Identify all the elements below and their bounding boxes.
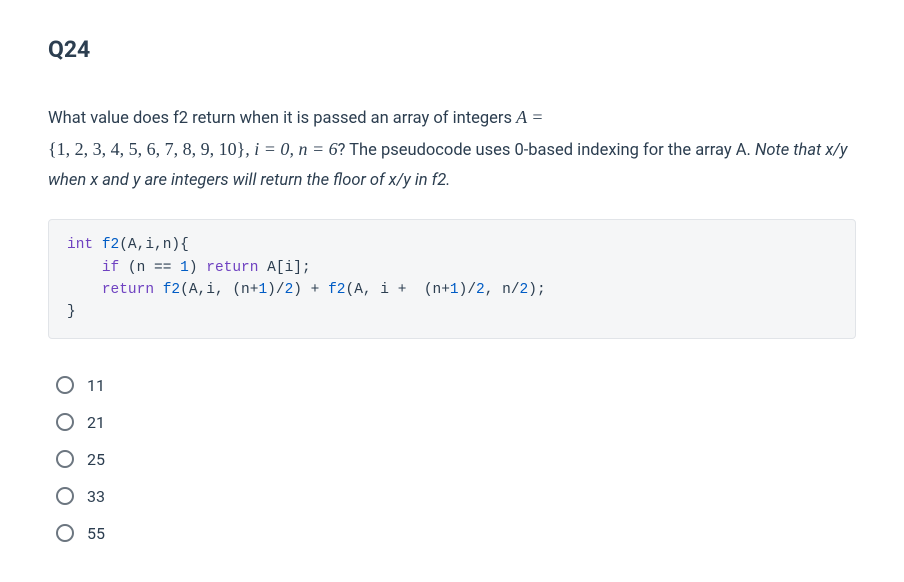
option-2[interactable]: 25 bbox=[56, 441, 856, 478]
math-array-set: {1, 2, 3, 4, 5, 6, 7, 8, 9, 10} bbox=[48, 139, 245, 159]
radio-icon bbox=[56, 376, 74, 394]
question-prompt: What value does f2 return when it is pas… bbox=[48, 101, 856, 195]
option-label: 11 bbox=[87, 376, 105, 395]
question-container: Q24 What value does f2 return when it is… bbox=[0, 0, 904, 582]
question-number: Q24 bbox=[48, 36, 856, 63]
option-label: 33 bbox=[87, 487, 105, 506]
option-3[interactable]: 33 bbox=[56, 478, 856, 515]
option-0[interactable]: 11 bbox=[56, 367, 856, 404]
option-label: 21 bbox=[87, 413, 105, 432]
radio-icon bbox=[56, 487, 74, 505]
math-n-eq: , n = 6 bbox=[289, 139, 337, 159]
math-i-eq: , i = 0 bbox=[245, 139, 289, 159]
option-1[interactable]: 21 bbox=[56, 404, 856, 441]
option-label: 25 bbox=[87, 450, 105, 469]
prompt-text-1: What value does f2 return when it is pas… bbox=[48, 109, 516, 128]
radio-icon bbox=[56, 413, 74, 431]
option-4[interactable]: 55 bbox=[56, 515, 856, 552]
math-array-eq: A = bbox=[516, 107, 543, 127]
radio-icon bbox=[56, 450, 74, 468]
radio-icon bbox=[56, 524, 74, 542]
options-group: 11 21 25 33 55 bbox=[48, 367, 856, 552]
prompt-text-2: ? The pseudocode uses 0-based indexing f… bbox=[338, 141, 755, 160]
code-block: int f2(A,i,n){ if (n == 1) return A[i]; … bbox=[48, 219, 856, 339]
option-label: 55 bbox=[87, 524, 105, 543]
